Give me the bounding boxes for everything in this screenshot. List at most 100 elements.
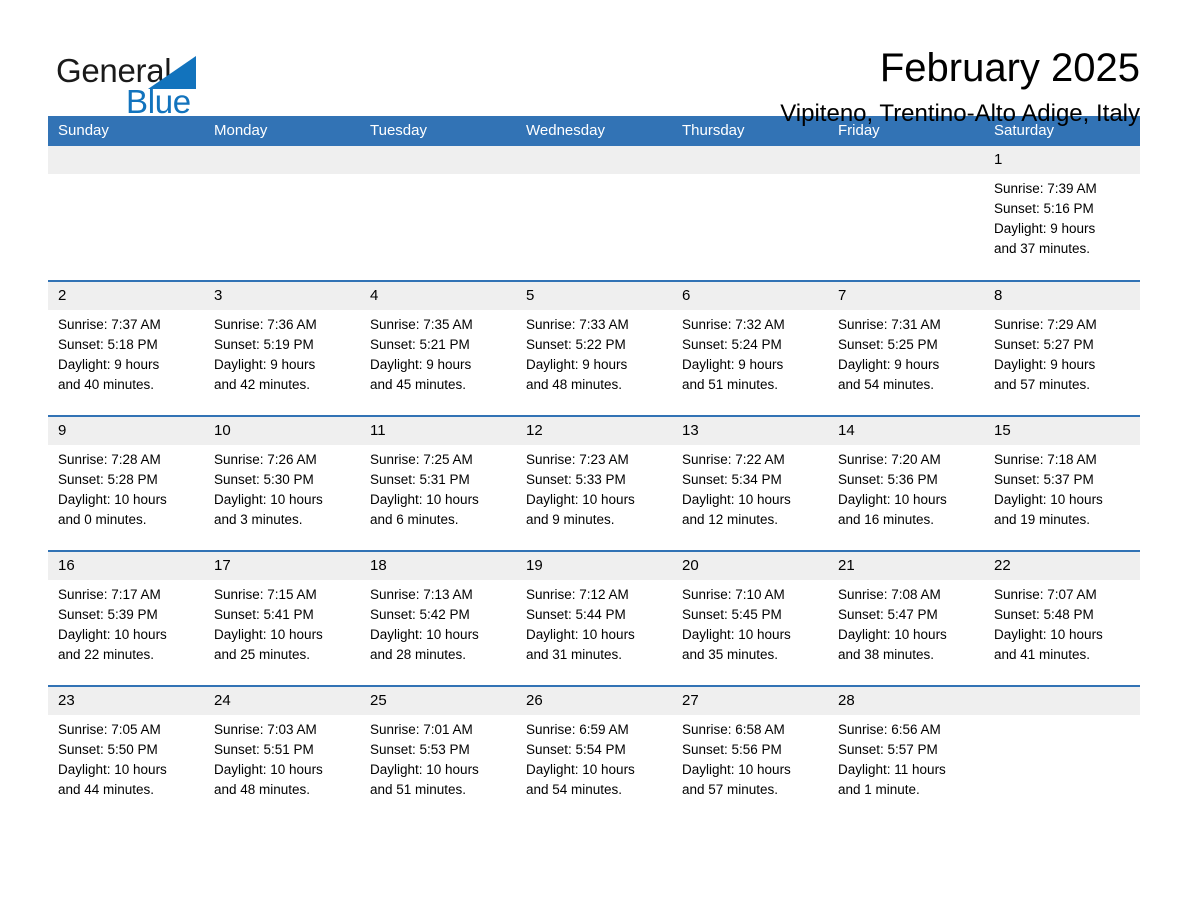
day-details: Sunrise: 7:18 AM Sunset: 5:37 PM Daylight:… bbox=[984, 445, 1140, 530]
calendar-day-cell[interactable]: 5 Sunrise: 7:33 AM Sunset: 5:22 PM Daylight… bbox=[516, 280, 672, 416]
day-details: Sunrise: 7:03 AM Sunset: 5:51 PM Daylight:… bbox=[204, 715, 360, 800]
calendar-day-cell[interactable]: 11 Sunrise: 7:25 AM Sunset: 5:31 PM Dayligh… bbox=[360, 415, 516, 551]
sunset-time: Sunset: 5:24 PM bbox=[682, 337, 782, 352]
calendar-day-cell[interactable]: 12 Sunrise: 7:23 AM Sunset: 5:33 PM Dayligh… bbox=[516, 415, 672, 551]
day-details: Sunrise: 7:01 AM Sunset: 5:53 PM Daylight:… bbox=[360, 715, 516, 800]
calendar-day-cell[interactable]: 21 Sunrise: 7:08 AM Sunset: 5:47 PM Dayligh… bbox=[828, 550, 984, 686]
daylight-duration-line2: and 54 minutes. bbox=[838, 377, 935, 392]
sunset-time: Sunset: 5:18 PM bbox=[58, 337, 158, 352]
calendar-cell-empty bbox=[516, 146, 672, 281]
daylight-duration-line2: and 22 minutes. bbox=[58, 647, 155, 662]
daylight-duration-line1: Daylight: 10 hours bbox=[214, 492, 323, 507]
day-number: 18 bbox=[360, 552, 516, 580]
day-cell-inner: 4 Sunrise: 7:35 AM Sunset: 5:21 PM Daylight… bbox=[360, 282, 516, 415]
sunrise-time: Sunrise: 7:32 AM bbox=[682, 317, 785, 332]
day-details: Sunrise: 7:31 AM Sunset: 5:25 PM Daylight:… bbox=[828, 310, 984, 395]
daylight-duration-line1: Daylight: 10 hours bbox=[682, 492, 791, 507]
sunset-time: Sunset: 5:22 PM bbox=[526, 337, 626, 352]
day-cell-inner: 16 Sunrise: 7:17 AM Sunset: 5:39 PM Dayligh… bbox=[48, 552, 204, 685]
sunset-time: Sunset: 5:57 PM bbox=[838, 742, 938, 757]
sunset-time: Sunset: 5:44 PM bbox=[526, 607, 626, 622]
calendar-day-cell[interactable]: 27 Sunrise: 6:58 AM Sunset: 5:56 PM Dayligh… bbox=[672, 685, 828, 821]
day-number: 14 bbox=[828, 417, 984, 445]
day-number: 16 bbox=[48, 552, 204, 580]
calendar-day-cell[interactable]: 20 Sunrise: 7:10 AM Sunset: 5:45 PM Dayligh… bbox=[672, 550, 828, 686]
daylight-duration-line2: and 9 minutes. bbox=[526, 512, 615, 527]
day-details: Sunrise: 7:22 AM Sunset: 5:34 PM Daylight:… bbox=[672, 445, 828, 530]
calendar-day-cell[interactable]: 4 Sunrise: 7:35 AM Sunset: 5:21 PM Daylight… bbox=[360, 280, 516, 416]
daylight-duration-line2: and 51 minutes. bbox=[682, 377, 779, 392]
sunset-time: Sunset: 5:56 PM bbox=[682, 742, 782, 757]
daynum-band-blank bbox=[672, 146, 828, 174]
daylight-duration-line2: and 25 minutes. bbox=[214, 647, 311, 662]
calendar-day-cell[interactable]: 1 Sunrise: 7:39 AM Sunset: 5:16 PM Daylight… bbox=[984, 146, 1140, 281]
day-number: 3 bbox=[204, 282, 360, 310]
day-number: 21 bbox=[828, 552, 984, 580]
calendar-day-cell[interactable]: 3 Sunrise: 7:36 AM Sunset: 5:19 PM Daylight… bbox=[204, 280, 360, 416]
calendar-day-cell[interactable]: 18 Sunrise: 7:13 AM Sunset: 5:42 PM Dayligh… bbox=[360, 550, 516, 686]
daylight-duration-line1: Daylight: 10 hours bbox=[526, 492, 635, 507]
daylight-duration-line2: and 28 minutes. bbox=[370, 647, 467, 662]
day-details: Sunrise: 7:10 AM Sunset: 5:45 PM Daylight:… bbox=[672, 580, 828, 665]
calendar-day-cell[interactable]: 9 Sunrise: 7:28 AM Sunset: 5:28 PM Daylight… bbox=[48, 415, 204, 551]
calendar-day-cell[interactable]: 7 Sunrise: 7:31 AM Sunset: 5:25 PM Daylight… bbox=[828, 280, 984, 416]
day-details: Sunrise: 7:05 AM Sunset: 5:50 PM Daylight:… bbox=[48, 715, 204, 800]
day-cell-inner: 28 Sunrise: 6:56 AM Sunset: 5:57 PM Dayligh… bbox=[828, 687, 984, 821]
calendar-day-cell[interactable]: 16 Sunrise: 7:17 AM Sunset: 5:39 PM Dayligh… bbox=[48, 550, 204, 686]
day-cell-inner: 8 Sunrise: 7:29 AM Sunset: 5:27 PM Daylight… bbox=[984, 282, 1140, 415]
sunset-time: Sunset: 5:28 PM bbox=[58, 472, 158, 487]
calendar-day-cell[interactable]: 28 Sunrise: 6:56 AM Sunset: 5:57 PM Dayligh… bbox=[828, 685, 984, 821]
generalblue-logo[interactable]: General Blue bbox=[48, 44, 248, 124]
calendar-day-cell[interactable]: 25 Sunrise: 7:01 AM Sunset: 5:53 PM Dayligh… bbox=[360, 685, 516, 821]
sunset-time: Sunset: 5:19 PM bbox=[214, 337, 314, 352]
daylight-duration-line2: and 12 minutes. bbox=[682, 512, 779, 527]
calendar-week-row: 9 Sunrise: 7:28 AM Sunset: 5:28 PM Daylight… bbox=[48, 415, 1140, 551]
day-number: 4 bbox=[360, 282, 516, 310]
calendar-week-row: 16 Sunrise: 7:17 AM Sunset: 5:39 PM Dayligh… bbox=[48, 550, 1140, 686]
day-details: Sunrise: 7:28 AM Sunset: 5:28 PM Daylight:… bbox=[48, 445, 204, 530]
daylight-duration-line1: Daylight: 9 hours bbox=[58, 357, 160, 372]
calendar-day-cell[interactable]: 24 Sunrise: 7:03 AM Sunset: 5:51 PM Dayligh… bbox=[204, 685, 360, 821]
calendar-page: General Blue February 2025 Vipiteno, Tre… bbox=[0, 0, 1188, 918]
calendar-day-cell[interactable]: 14 Sunrise: 7:20 AM Sunset: 5:36 PM Dayligh… bbox=[828, 415, 984, 551]
sunset-time: Sunset: 5:42 PM bbox=[370, 607, 470, 622]
calendar-day-cell[interactable]: 13 Sunrise: 7:22 AM Sunset: 5:34 PM Dayligh… bbox=[672, 415, 828, 551]
day-cell-inner: 23 Sunrise: 7:05 AM Sunset: 5:50 PM Dayligh… bbox=[48, 687, 204, 821]
sunrise-time: Sunrise: 7:26 AM bbox=[214, 452, 317, 467]
daynum-band-blank bbox=[516, 146, 672, 174]
daylight-duration-line1: Daylight: 10 hours bbox=[370, 762, 479, 777]
day-number: 24 bbox=[204, 687, 360, 715]
empty-cell-inner bbox=[984, 687, 1140, 821]
day-number: 8 bbox=[984, 282, 1140, 310]
sunset-time: Sunset: 5:31 PM bbox=[370, 472, 470, 487]
day-cell-inner: 15 Sunrise: 7:18 AM Sunset: 5:37 PM Dayligh… bbox=[984, 417, 1140, 550]
day-number: 15 bbox=[984, 417, 1140, 445]
daylight-duration-line1: Daylight: 10 hours bbox=[994, 492, 1103, 507]
calendar-day-cell[interactable]: 15 Sunrise: 7:18 AM Sunset: 5:37 PM Dayligh… bbox=[984, 415, 1140, 551]
calendar-cell-empty bbox=[204, 146, 360, 281]
calendar-day-cell[interactable]: 2 Sunrise: 7:37 AM Sunset: 5:18 PM Daylight… bbox=[48, 280, 204, 416]
calendar-day-cell[interactable]: 23 Sunrise: 7:05 AM Sunset: 5:50 PM Dayligh… bbox=[48, 685, 204, 821]
calendar-day-cell[interactable]: 10 Sunrise: 7:26 AM Sunset: 5:30 PM Dayligh… bbox=[204, 415, 360, 551]
calendar-day-cell[interactable]: 8 Sunrise: 7:29 AM Sunset: 5:27 PM Daylight… bbox=[984, 280, 1140, 416]
daylight-duration-line1: Daylight: 10 hours bbox=[58, 762, 167, 777]
day-details: Sunrise: 6:59 AM Sunset: 5:54 PM Daylight:… bbox=[516, 715, 672, 800]
daylight-duration-line1: Daylight: 11 hours bbox=[838, 762, 946, 777]
calendar-day-cell[interactable]: 6 Sunrise: 7:32 AM Sunset: 5:24 PM Daylight… bbox=[672, 280, 828, 416]
calendar-day-cell[interactable]: 19 Sunrise: 7:12 AM Sunset: 5:44 PM Dayligh… bbox=[516, 550, 672, 686]
calendar-day-cell[interactable]: 26 Sunrise: 6:59 AM Sunset: 5:54 PM Dayligh… bbox=[516, 685, 672, 821]
sunset-time: Sunset: 5:33 PM bbox=[526, 472, 626, 487]
sunrise-time: Sunrise: 7:18 AM bbox=[994, 452, 1097, 467]
calendar-day-cell[interactable]: 17 Sunrise: 7:15 AM Sunset: 5:41 PM Dayligh… bbox=[204, 550, 360, 686]
day-number: 17 bbox=[204, 552, 360, 580]
sunrise-time: Sunrise: 7:13 AM bbox=[370, 587, 473, 602]
sunrise-time: Sunrise: 7:03 AM bbox=[214, 722, 317, 737]
sunset-time: Sunset: 5:37 PM bbox=[994, 472, 1094, 487]
day-cell-inner: 17 Sunrise: 7:15 AM Sunset: 5:41 PM Dayligh… bbox=[204, 552, 360, 685]
sunset-time: Sunset: 5:51 PM bbox=[214, 742, 314, 757]
sunrise-time: Sunrise: 7:31 AM bbox=[838, 317, 941, 332]
day-cell-inner: 14 Sunrise: 7:20 AM Sunset: 5:36 PM Dayligh… bbox=[828, 417, 984, 550]
calendar-day-cell[interactable]: 22 Sunrise: 7:07 AM Sunset: 5:48 PM Dayligh… bbox=[984, 550, 1140, 686]
sunrise-time: Sunrise: 7:22 AM bbox=[682, 452, 785, 467]
daylight-duration-line1: Daylight: 9 hours bbox=[682, 357, 784, 372]
